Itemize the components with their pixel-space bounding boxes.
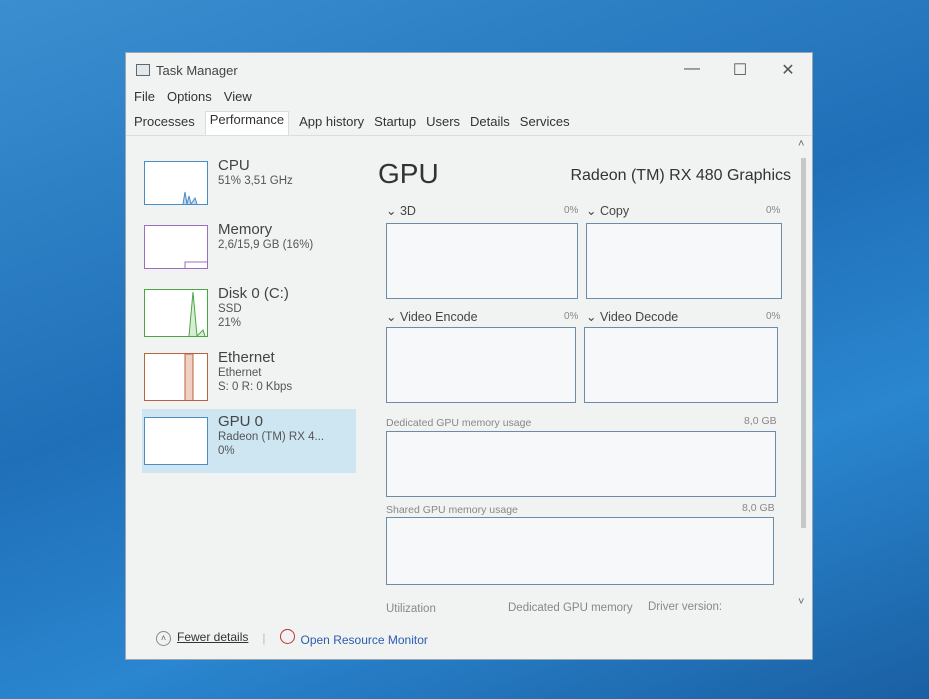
gpu-name: Radeon (TM) RX 480 Graphics xyxy=(570,167,791,184)
sidebar-item-disk[interactable]: Disk 0 (C:) SSD 21% xyxy=(142,281,356,345)
close-button[interactable]: ✕ xyxy=(764,60,812,80)
tab-details[interactable]: Details xyxy=(470,114,510,135)
sidebar-detail: SSD xyxy=(218,303,242,315)
page-title: GPU xyxy=(378,158,439,189)
sidebar-detail: Ethernet xyxy=(218,367,262,379)
ethernet-mini-graph xyxy=(144,353,208,401)
sidebar-item-cpu[interactable]: CPU 51% 3,51 GHz xyxy=(142,153,356,217)
menu-file[interactable]: File xyxy=(134,89,155,104)
menu-bar: File Options View xyxy=(126,87,812,106)
task-manager-icon xyxy=(136,64,150,76)
stat-driver-version: Driver version: xyxy=(648,601,723,613)
tab-bar: Processes Performance App history Startu… xyxy=(126,106,812,136)
engine-video-encode-selector[interactable]: ⌄ Video Encode xyxy=(386,309,478,324)
tab-users[interactable]: Users xyxy=(426,114,460,135)
fewer-details-label: Fewer details xyxy=(177,630,249,644)
shared-memory-label: Shared GPU memory usage xyxy=(386,504,518,516)
dedicated-memory-graph xyxy=(386,431,776,497)
engine-3d-selector[interactable]: ⌄ 3D xyxy=(386,203,416,218)
menu-options[interactable]: Options xyxy=(167,89,212,104)
disk-mini-graph xyxy=(144,289,208,338)
resource-monitor-icon xyxy=(279,629,295,644)
task-manager-window: Task Manager — ☐ ✕ File Options View Pro… xyxy=(125,52,813,660)
engine-pct: 0% xyxy=(766,311,781,322)
footer: ˄ Fewer details | Open Resource Monitor xyxy=(156,629,428,647)
engine-copy-selector[interactable]: ⌄ Copy xyxy=(586,203,629,218)
resource-sidebar: CPU 51% 3,51 GHz Memory 2,6/15,9 GB (16%) … xyxy=(142,153,356,473)
sidebar-item-gpu[interactable]: GPU 0 Radeon (TM) RX 4... 0% xyxy=(142,409,356,473)
sidebar-title: CPU xyxy=(218,157,250,174)
sidebar-detail: 2,6/15,9 GB (16%) xyxy=(218,239,314,251)
engine-label: Copy xyxy=(599,204,630,218)
scrollbar-thumb[interactable] xyxy=(801,158,806,528)
cpu-mini-graph xyxy=(144,161,208,206)
gpu-mini-graph xyxy=(144,417,208,465)
open-resource-monitor-link[interactable]: Open Resource Monitor xyxy=(279,629,428,647)
sidebar-item-ethernet[interactable]: Ethernet Ethernet S: 0 R: 0 Kbps xyxy=(142,345,356,409)
engine-copy-graph xyxy=(586,223,782,299)
engine-video-decode-graph xyxy=(584,327,778,403)
tab-performance[interactable]: Performance xyxy=(204,111,290,135)
title-bar: Task Manager — ☐ ✕ xyxy=(126,53,812,87)
menu-view[interactable]: View xyxy=(224,89,252,104)
engine-pct: 0% xyxy=(766,205,781,216)
shared-memory-max: 8,0 GB xyxy=(742,502,775,514)
engine-pct: 0% xyxy=(564,311,579,322)
tab-app-history[interactable]: App history xyxy=(299,114,364,135)
dedicated-memory-label: Dedicated GPU memory usage xyxy=(386,417,532,429)
sidebar-detail: 0% xyxy=(218,445,235,457)
sidebar-title: Ethernet xyxy=(218,349,275,366)
engine-pct: 0% xyxy=(564,205,579,216)
window-title: Task Manager xyxy=(156,62,238,78)
sidebar-detail: Radeon (TM) RX 4... xyxy=(218,431,325,443)
engine-label: Video Decode xyxy=(599,310,679,324)
stat-dedicated-memory: Dedicated GPU memory xyxy=(508,602,633,614)
engine-label: Video Encode xyxy=(399,310,478,324)
sidebar-title: GPU 0 xyxy=(218,413,264,430)
dedicated-memory-max: 8,0 GB xyxy=(744,415,777,427)
engine-video-encode-graph xyxy=(386,327,576,403)
sidebar-title: Disk 0 (C:) xyxy=(218,285,289,302)
memory-mini-graph xyxy=(144,225,208,269)
maximize-button[interactable]: ☐ xyxy=(716,60,764,80)
scrollbar[interactable]: ˄ ˅ xyxy=(798,138,810,608)
engine-video-decode-selector[interactable]: ⌄ Video Decode xyxy=(586,309,678,324)
sidebar-item-memory[interactable]: Memory 2,6/15,9 GB (16%) xyxy=(142,217,356,281)
open-resource-monitor-label: Open Resource Monitor xyxy=(300,633,428,647)
tab-services[interactable]: Services xyxy=(520,114,570,135)
divider: | xyxy=(262,631,266,645)
scroll-up-icon[interactable]: ˄ xyxy=(798,138,810,150)
sidebar-title: Memory xyxy=(218,221,273,238)
sidebar-detail: S: 0 R: 0 Kbps xyxy=(218,381,293,393)
sidebar-detail: 51% 3,51 GHz xyxy=(218,175,293,187)
stat-utilization: Utilization xyxy=(386,603,436,615)
tab-processes[interactable]: Processes xyxy=(134,114,195,135)
chevron-up-icon: ˄ xyxy=(156,631,171,646)
fewer-details-button[interactable]: ˄ Fewer details xyxy=(156,630,248,646)
tab-startup[interactable]: Startup xyxy=(374,114,416,135)
engine-label: 3D xyxy=(399,204,416,218)
engine-3d-graph xyxy=(386,223,578,299)
minimize-button[interactable]: — xyxy=(668,60,716,80)
sidebar-detail: 21% xyxy=(218,317,242,329)
scroll-down-icon[interactable]: ˅ xyxy=(798,596,804,608)
shared-memory-graph xyxy=(386,517,774,585)
